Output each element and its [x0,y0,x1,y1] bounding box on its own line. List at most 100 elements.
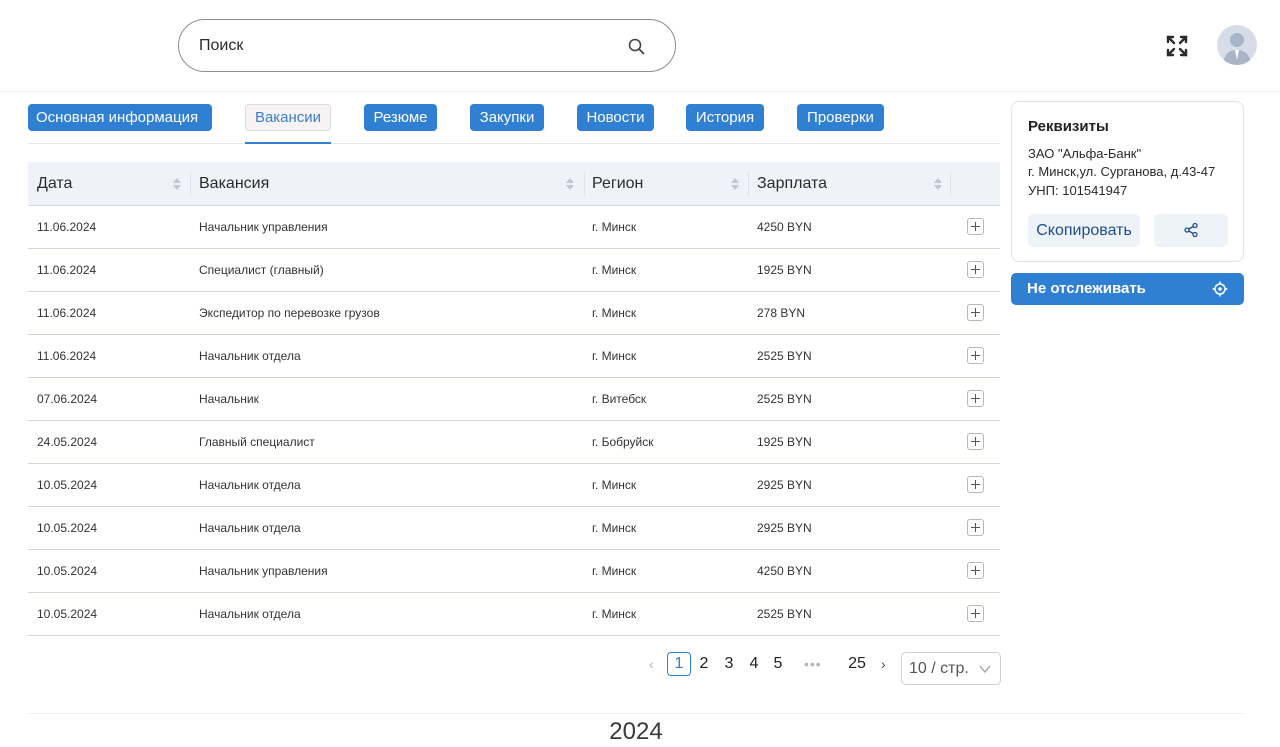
page-3[interactable]: 3 [717,652,741,676]
table-row: 10.05.2024 Начальник отдела г. Минск 292… [28,507,1000,550]
cell-salary: 4250 BYN [757,220,812,234]
untrack-label: Не отслеживать [1027,280,1146,297]
cell-region: г. Минск [592,521,637,535]
cell-salary: 2525 BYN [757,349,812,363]
plus-square-icon[interactable] [967,433,984,450]
sort-icon[interactable] [172,176,182,192]
copy-button[interactable]: Скопировать [1028,214,1140,247]
plus-square-icon[interactable] [967,605,984,622]
target-icon [1212,281,1228,297]
cell-salary: 2525 BYN [757,392,812,406]
tab-history[interactable]: История [686,104,764,131]
cell-salary: 2925 BYN [757,521,812,535]
plus-square-icon[interactable] [967,218,984,235]
footer-divider [28,713,1244,714]
cell-salary: 278 BYN [757,306,806,320]
cell-region: г. Бобруйск [592,435,654,449]
active-tab-indicator [245,142,331,144]
tab-bar: Основная информация Вакансии Резюме Заку… [28,104,1000,144]
column-separator [584,172,585,196]
share-button[interactable] [1154,214,1228,247]
requisites-card: Реквизиты ЗАО "Альфа-Банк" г. Минск,ул. … [1011,101,1244,262]
cell-date: 11.06.2024 [37,263,97,277]
table-header: Дата Вакансия Регион Зарплата [28,162,1000,206]
column-separator [190,172,191,196]
table-row: 10.05.2024 Начальник управления г. Минск… [28,550,1000,593]
plus-square-icon[interactable] [967,390,984,407]
page-1[interactable]: 1 [667,652,691,676]
table-row: 10.05.2024 Начальник отдела г. Минск 292… [28,464,1000,507]
cell-region: г. Витебск [592,392,647,406]
column-header-region[interactable]: Регион [592,162,643,206]
cell-vacancy: Начальник [199,392,259,406]
page-last[interactable]: 25 [845,652,869,676]
fullscreen-icon[interactable] [1164,33,1190,59]
tab-main-info[interactable]: Основная информация [28,104,212,131]
column-header-salary[interactable]: Зарплата [757,162,827,206]
plus-square-icon[interactable] [967,304,984,321]
cell-region: г. Минск [592,306,637,320]
avatar[interactable] [1217,25,1257,65]
table-row: 24.05.2024 Главный специалист г. Бобруйс… [28,421,1000,464]
search-box[interactable] [178,19,676,72]
tab-checks[interactable]: Проверки [797,104,884,131]
page-5[interactable]: 5 [766,652,790,676]
chevron-down-icon [979,665,991,674]
column-header-vacancy[interactable]: Вакансия [199,162,269,206]
page-size-select[interactable]: 10 / стр. [901,652,1001,685]
untrack-button[interactable]: Не отслеживать [1011,273,1244,305]
cell-vacancy: Начальник управления [199,220,328,234]
cell-region: г. Минск [592,220,637,234]
cell-region: г. Минск [592,607,637,621]
plus-square-icon[interactable] [967,347,984,364]
pagination: ‹ 1 2 3 4 5 ••• 25 › 10 / стр. [640,650,1002,686]
cell-vacancy: Главный специалист [199,435,315,449]
plus-square-icon[interactable] [967,562,984,579]
cell-vacancy: Начальник управления [199,564,328,578]
cell-region: г. Минск [592,263,637,277]
table-row: 11.06.2024 Специалист (главный) г. Минск… [28,249,1000,292]
cell-salary: 1925 BYN [757,263,812,277]
page-ellipsis[interactable]: ••• [804,652,822,676]
cell-date: 10.05.2024 [37,478,98,492]
page-2[interactable]: 2 [692,652,716,676]
cell-date: 10.05.2024 [37,607,98,621]
cell-date: 11.06.2024 [37,349,97,363]
sort-icon[interactable] [933,176,943,192]
table-row: 07.06.2024 Начальник г. Витебск 2525 BYN [28,378,1000,421]
cell-vacancy: Начальник отдела [199,349,301,363]
cell-vacancy: Начальник отдела [199,478,301,492]
cell-salary: 4250 BYN [757,564,812,578]
plus-square-icon[interactable] [967,519,984,536]
sort-icon[interactable] [730,176,740,192]
cell-date: 07.06.2024 [37,392,98,406]
cell-region: г. Минск [592,349,637,363]
page-size-value: 10 / стр. [909,660,969,677]
tab-purchases[interactable]: Закупки [470,104,544,131]
column-header-date[interactable]: Дата [37,162,72,206]
cell-vacancy: Специалист (главный) [199,263,324,277]
cell-salary: 2525 BYN [757,607,812,621]
plus-square-icon[interactable] [967,476,984,493]
tab-news[interactable]: Новости [577,104,654,131]
tab-vacancies[interactable]: Вакансии [245,104,331,131]
requisites-title: Реквизиты [1028,118,1109,135]
cell-vacancy: Начальник отдела [199,607,301,621]
table-row: 10.05.2024 Начальник отдела г. Минск 252… [28,593,1000,636]
sort-icon[interactable] [565,176,575,192]
cell-date: 10.05.2024 [37,564,98,578]
page-4[interactable]: 4 [742,652,766,676]
cell-region: г. Минск [592,564,637,578]
tab-resume[interactable]: Резюме [364,104,437,131]
company-unp: УНП: 101541947 [1028,183,1128,198]
search-icon[interactable] [627,37,647,57]
next-page-button[interactable]: › [881,656,895,672]
plus-square-icon[interactable] [967,261,984,278]
footer-year: 2024 [609,718,663,745]
table-row: 11.06.2024 Начальник управления г. Минск… [28,206,1000,249]
search-input[interactable] [199,34,619,58]
prev-page-button[interactable]: ‹ [649,656,663,672]
top-header [0,0,1280,92]
cell-date: 24.05.2024 [37,435,98,449]
cell-vacancy: Начальник отдела [199,521,301,535]
